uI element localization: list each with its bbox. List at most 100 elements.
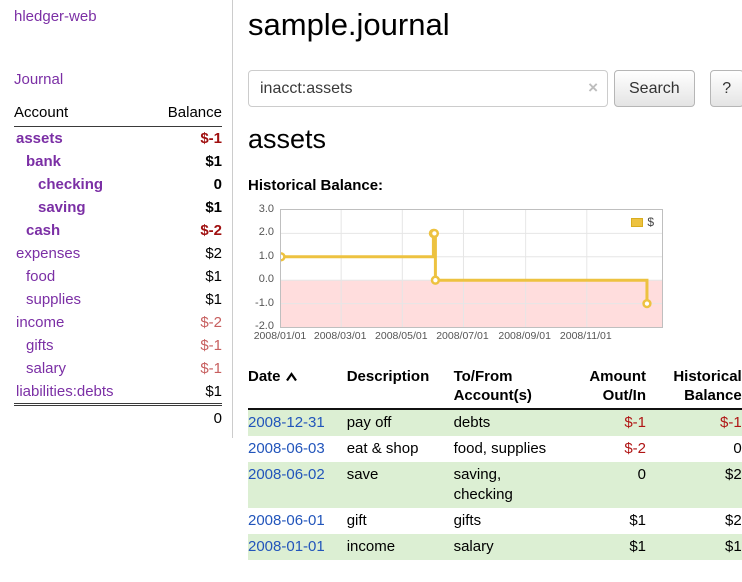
transaction-amount: 0 <box>568 462 648 508</box>
account-row: expenses $2 <box>14 242 222 265</box>
clear-search-icon[interactable]: × <box>588 78 598 98</box>
x-tick-label: 2008/07/01 <box>432 330 492 342</box>
account-balance-gifts: $-1 <box>149 334 222 357</box>
transaction-balance: $-1 <box>648 409 742 436</box>
transaction-date-link[interactable]: 2008-06-01 <box>248 512 325 529</box>
account-balance-cash: $-2 <box>149 219 222 242</box>
account-row: saving $1 <box>14 196 222 219</box>
x-tick-label: 2008/03/01 <box>310 330 370 342</box>
account-link-supplies[interactable]: supplies <box>26 291 81 308</box>
help-button[interactable]: ? <box>710 70 742 107</box>
column-header-date[interactable]: Date <box>248 365 347 409</box>
search-input[interactable] <box>248 70 608 107</box>
account-balance-saving: $1 <box>149 196 222 219</box>
transaction-date-link[interactable]: 2008-06-02 <box>248 466 325 483</box>
x-tick-label: 2008/01/01 <box>250 330 310 342</box>
search-button[interactable]: Search <box>614 70 695 107</box>
account-link-assets[interactable]: assets <box>16 130 63 147</box>
x-tick-label: 2008/05/01 <box>371 330 431 342</box>
x-tick-label: 2008/09/01 <box>495 330 555 342</box>
account-balance-food: $1 <box>149 265 222 288</box>
account-row: bank $1 <box>14 150 222 173</box>
accounts-total-row: 0 <box>14 405 222 431</box>
transaction-amount: $1 <box>568 508 648 534</box>
transaction-description: income <box>347 534 454 560</box>
transaction-amount: $-2 <box>568 436 648 462</box>
register-header-row: Date Description To/From Account(s) Amou… <box>248 365 742 409</box>
transaction-accounts: debts <box>454 409 568 436</box>
chart-y-axis: 3.02.01.00.0-1.0-2.0 <box>248 209 274 326</box>
historical-balance-chart: 3.02.01.00.0-1.0-2.0 $ 2008/01/012008/03… <box>248 203 668 347</box>
chart-legend: $ <box>628 214 657 230</box>
transaction-balance: $2 <box>648 462 742 508</box>
column-header-accounts: To/From Account(s) <box>454 365 568 409</box>
account-row: cash $-2 <box>14 219 222 242</box>
y-tick-label: 1.0 <box>248 250 274 262</box>
sidebar: hledger-web Journal Account Balance asse… <box>0 0 233 438</box>
account-row: supplies $1 <box>14 288 222 311</box>
account-link-food[interactable]: food <box>26 268 55 285</box>
account-balance-supplies: $1 <box>149 288 222 311</box>
transaction-description: eat & shop <box>347 436 454 462</box>
transaction-amount: $-1 <box>568 409 648 436</box>
column-header-description: Description <box>347 365 454 409</box>
transaction-row: 2008-06-01 gift gifts $1 $2 <box>248 508 742 534</box>
column-header-date-label: Date <box>248 368 281 385</box>
transaction-row: 2008-12-31 pay off debts $-1 $-1 <box>248 409 742 436</box>
account-row: income $-2 <box>14 311 222 334</box>
transaction-accounts: food, supplies <box>454 436 568 462</box>
brand-link[interactable]: hledger-web <box>14 8 222 25</box>
chart-plot-area: $ <box>280 209 663 328</box>
transaction-description: pay off <box>347 409 454 436</box>
account-row: liabilities:debts $1 <box>14 380 222 405</box>
transaction-balance: $1 <box>648 534 742 560</box>
column-header-amount: Amount Out/In <box>568 365 648 409</box>
account-row: gifts $-1 <box>14 334 222 357</box>
account-balance-liabilities-debts: $1 <box>149 380 222 405</box>
transaction-accounts: salary <box>454 534 568 560</box>
transaction-description: save <box>347 462 454 508</box>
account-link-expenses[interactable]: expenses <box>16 245 80 262</box>
accounts-header-row: Account Balance <box>14 102 222 127</box>
account-balance-income: $-2 <box>149 311 222 334</box>
account-link-salary[interactable]: salary <box>26 360 66 377</box>
register-table: Date Description To/From Account(s) Amou… <box>248 365 742 560</box>
chart-x-axis: 2008/01/012008/03/012008/05/012008/07/01… <box>280 330 661 344</box>
account-link-checking[interactable]: checking <box>38 176 103 193</box>
series-swatch-icon <box>631 218 643 227</box>
account-balance-expenses: $2 <box>149 242 222 265</box>
column-header-balance: Historical Balance <box>648 365 742 409</box>
y-tick-label: 2.0 <box>248 226 274 238</box>
sidebar-item-journal[interactable]: Journal <box>14 71 222 88</box>
account-link-saving[interactable]: saving <box>38 199 86 216</box>
accounts-header-account: Account <box>14 102 149 127</box>
y-tick-label: 0.0 <box>248 273 274 285</box>
main-content: sample.journal × Search ? assets Histori… <box>233 0 742 560</box>
account-balance-assets: $-1 <box>149 127 222 151</box>
sort-caret-up-icon <box>285 372 298 382</box>
account-row: assets $-1 <box>14 127 222 151</box>
x-tick-label: 2008/11/01 <box>556 330 616 342</box>
account-row: salary $-1 <box>14 357 222 380</box>
transaction-row: 2008-06-03 eat & shop food, supplies $-2… <box>248 436 742 462</box>
transaction-date-link[interactable]: 2008-01-01 <box>248 538 325 555</box>
transaction-accounts: saving, checking <box>454 462 568 508</box>
transaction-amount: $1 <box>568 534 648 560</box>
account-balance-salary: $-1 <box>149 357 222 380</box>
account-link-bank[interactable]: bank <box>26 153 61 170</box>
y-tick-label: 3.0 <box>248 203 274 215</box>
account-link-gifts[interactable]: gifts <box>26 337 54 354</box>
transaction-row: 2008-06-02 save saving, checking 0 $2 <box>248 462 742 508</box>
accounts-total-value: 0 <box>149 405 222 431</box>
chart-title: Historical Balance: <box>248 177 742 195</box>
register-heading: assets <box>248 124 742 155</box>
account-balance-checking: 0 <box>149 173 222 196</box>
transaction-row: 2008-01-01 income salary $1 $1 <box>248 534 742 560</box>
account-link-income[interactable]: income <box>16 314 64 331</box>
account-link-cash[interactable]: cash <box>26 222 60 239</box>
search-form: × Search ? <box>248 70 742 107</box>
transaction-date-link[interactable]: 2008-06-03 <box>248 440 325 457</box>
transaction-balance: $2 <box>648 508 742 534</box>
account-link-liabilities-debts[interactable]: liabilities:debts <box>16 383 114 400</box>
transaction-date-link[interactable]: 2008-12-31 <box>248 414 325 431</box>
